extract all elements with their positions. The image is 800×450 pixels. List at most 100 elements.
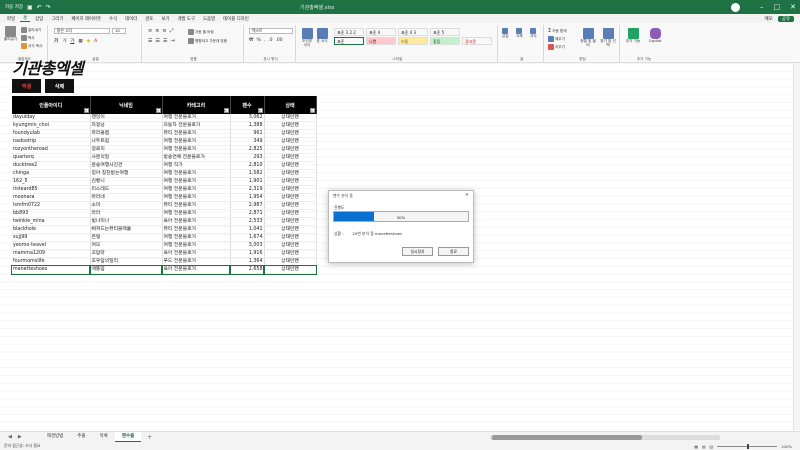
table-row[interactable]: nadootrip 나두트립 여행 전문블로거 349 상태만팬: [12, 137, 317, 147]
format-painter-button[interactable]: 서식 복사: [21, 43, 42, 49]
cell-status[interactable]: 상태만팬: [264, 137, 317, 147]
table-row[interactable]: manetteshoes 애뚱맘 육아 전문블로거 2,658 상태만팬: [11, 264, 317, 275]
indent-icon[interactable]: ⇥: [170, 38, 174, 44]
align-top-icon[interactable]: ≡: [148, 28, 152, 34]
style-cell[interactable]: 표준 4 3: [398, 28, 428, 36]
cell-fans[interactable]: 1,916: [230, 249, 265, 259]
font-color-icon[interactable]: A: [94, 39, 97, 44]
sheet-tab[interactable]: 추출: [70, 432, 92, 442]
insert-cells-button[interactable]: 삽입: [502, 28, 509, 38]
border-icon[interactable]: ▦: [78, 39, 82, 44]
table-row[interactable]: fourmomslife 포우맘의일리 푸드 전문블로거 1,364 상태만팬: [12, 257, 317, 267]
italic-icon[interactable]: 가: [62, 38, 66, 44]
cell-fans[interactable]: 2,533: [230, 217, 265, 227]
style-cell[interactable]: 좋음: [430, 37, 460, 45]
table-row[interactable]: chinga 칭아 칭찬받는여행 여행 전문블로거 1,582 상태만팬: [12, 169, 317, 179]
tab-page-layout[interactable]: 페이지 레이아웃: [68, 16, 104, 22]
style-cell[interactable]: 경고문: [462, 37, 492, 45]
tab-view[interactable]: 보기: [158, 16, 172, 22]
tab-draw[interactable]: 그리기: [48, 16, 66, 22]
column-header-status[interactable]: 상태 ▾: [264, 96, 317, 114]
table-row[interactable]: mamma1209 꼬맘마 육아 전문블로거 1,916 상태만팬: [12, 249, 317, 259]
cell-id[interactable]: bb893: [12, 209, 91, 219]
cell-nickname[interactable]: 라라: [90, 209, 163, 219]
align-bottom-icon[interactable]: ≡: [162, 28, 166, 34]
cell-fans[interactable]: 3,003: [230, 241, 265, 251]
cell-status[interactable]: 상태만팬: [264, 169, 317, 179]
conditional-format-button[interactable]: 조건부 서식: [300, 28, 314, 47]
tab-formulas[interactable]: 수식: [106, 16, 120, 22]
filter-dropdown-icon[interactable]: ▾: [223, 108, 229, 113]
comment-button[interactable]: 메모: [764, 16, 772, 22]
cell-id[interactable]: moonara: [12, 193, 91, 203]
underline-icon[interactable]: 가: [70, 38, 74, 44]
paste-button[interactable]: 붙여넣기: [4, 26, 17, 41]
cell-status[interactable]: 상태만팬: [264, 121, 317, 131]
pause-button[interactable]: 일시정지: [402, 247, 433, 256]
cell-id[interactable]: ducktree2: [12, 161, 91, 171]
cell-status[interactable]: 상태만팬: [264, 249, 317, 259]
cell-fans[interactable]: 1,674: [230, 233, 265, 243]
style-cell[interactable]: 보통: [398, 37, 428, 45]
cell-nickname[interactable]: 헨잉이: [90, 114, 163, 123]
cell-fans[interactable]: 961: [230, 129, 265, 139]
cell-nickname[interactable]: 리스테드: [90, 185, 163, 195]
table-row[interactable]: blackhole 뻐져드는뷰티블랙홀 뷰티 전문블로거 1,041 상태만팬: [12, 225, 317, 235]
copilot-button[interactable]: Copilot: [646, 28, 664, 43]
cell-id[interactable]: foundyulab: [12, 129, 91, 139]
cell-id[interactable]: dayulday: [12, 114, 91, 123]
cell-status[interactable]: 상태만팬: [263, 264, 317, 275]
decrease-decimal-icon[interactable]: .00: [275, 38, 282, 43]
cell-nickname[interactable]: 나두트립: [90, 137, 163, 147]
filter-dropdown-icon[interactable]: ▾: [309, 108, 315, 113]
cell-category[interactable]: 육아 전문블로거: [162, 217, 231, 227]
percent-icon[interactable]: %: [256, 38, 260, 43]
column-header-nickname[interactable]: 닉네임 ▾: [90, 96, 163, 114]
tab-developer[interactable]: 개발 도구: [174, 16, 198, 22]
cell-id[interactable]: sujj99: [12, 233, 91, 243]
cell-fans[interactable]: 1,041: [230, 225, 265, 235]
save-icon[interactable]: ▣: [27, 4, 33, 11]
table-row[interactable]: rozyontheroad 정로지 여행 전문블로거 2,825 상태만팬: [12, 145, 317, 155]
cell-category[interactable]: 푸드 전문블로거: [162, 257, 231, 267]
cell-id[interactable]: twinkle_mina: [12, 217, 91, 227]
tab-home[interactable]: 홈: [20, 15, 31, 22]
find-select-button[interactable]: 찾기 및 선택: [600, 28, 616, 47]
cell-category[interactable]: 여행 전문블로거: [162, 241, 231, 251]
page-break-icon[interactable]: ▥: [710, 444, 714, 449]
zoom-slider[interactable]: [717, 443, 778, 449]
align-middle-icon[interactable]: ≡: [155, 28, 159, 34]
excel-button[interactable]: 엑셀: [12, 79, 41, 93]
cell-status[interactable]: 상태만팬: [264, 193, 317, 203]
cell-category[interactable]: 여행 전문블로거: [162, 169, 231, 179]
align-center-icon[interactable]: ☰: [155, 38, 159, 44]
cell-nickname[interactable]: 소미: [90, 201, 163, 211]
orientation-icon[interactable]: ⤢: [170, 28, 174, 34]
cell-category[interactable]: 뷰티 전문블로거: [162, 201, 231, 211]
table-row[interactable]: lsmfm0722 소미 뷰티 전문블로거 2,987 상태만팬: [12, 201, 317, 211]
cell-category[interactable]: 방송연예 전문블로거: [162, 153, 231, 163]
cell-status[interactable]: 상태만팬: [264, 233, 317, 243]
cell-status[interactable]: 상태만팬: [264, 153, 317, 163]
cell-nickname[interactable]: 파리올랩: [90, 129, 163, 139]
cell-fans[interactable]: 2,810: [230, 161, 265, 171]
cell-nickname[interactable]: 여모: [90, 241, 163, 251]
align-left-icon[interactable]: ☰: [148, 38, 152, 44]
cell-status[interactable]: 상태만팬: [264, 225, 317, 235]
cell-category[interactable]: 여행 전문블로거: [162, 177, 231, 187]
tab-help[interactable]: 도움말: [200, 16, 218, 22]
cell-nickname[interactable]: 뻐져드는뷰티블랙홀: [90, 225, 163, 235]
zoom-level[interactable]: 100%: [781, 444, 792, 449]
merge-center-button[interactable]: 병합하고 가운데 맞춤: [188, 38, 227, 44]
column-header-fans[interactable]: 팬수 ▾: [230, 96, 265, 114]
scroll-thumb[interactable]: [492, 435, 642, 440]
cell-nickname[interactable]: 윤승여행사진관: [90, 161, 163, 171]
table-row[interactable]: dayulday 헨잉이 여행 전문블로거 3,062 상태만팬: [12, 114, 317, 123]
filter-dropdown-icon[interactable]: ▾: [155, 108, 161, 113]
cell-fans[interactable]: 1,954: [230, 193, 265, 203]
filter-dropdown-icon[interactable]: ▾: [257, 108, 263, 113]
format-as-table-button[interactable]: 표 서식: [315, 28, 329, 43]
table-row[interactable]: moonara 마라네 여행 전문블로거 1,954 상태만팬: [12, 193, 317, 203]
table-row[interactable]: twinkle_mina 빛나미나 육아 전문블로거 2,533 상태만팬: [12, 217, 317, 227]
cell-nickname[interactable]: 김빵니: [90, 177, 163, 187]
